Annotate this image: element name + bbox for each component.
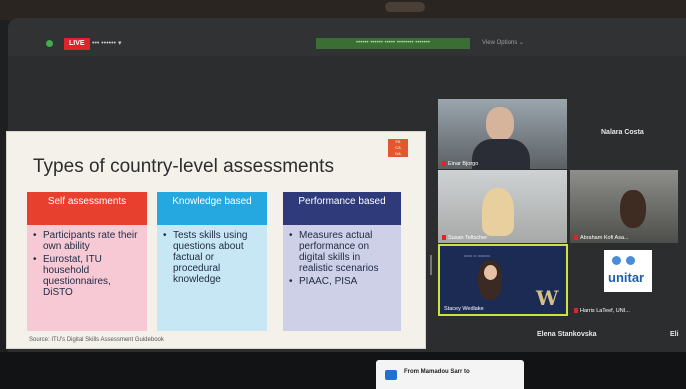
participant-video (486, 107, 514, 141)
participant-name-text: Harris LaTeef, UNI... (580, 308, 630, 314)
slide-logo: FA CA DA (388, 139, 408, 157)
participant-face (484, 265, 497, 280)
bottom-tile-strip (0, 352, 686, 389)
unitar-globe-icon (626, 256, 635, 265)
slide-source: Source: ITU's Digital Skills Assessment … (29, 337, 164, 343)
column-self-assessments: Self assessments Participants rate their… (27, 192, 147, 331)
unitar-logo-text: unitar (608, 270, 645, 285)
shared-slide: FA CA DA Types of country-level assessme… (6, 131, 426, 349)
column-heading: Self assessments (27, 192, 147, 225)
video-tile-abraham[interactable]: Abraham Kofi Asa... (570, 170, 678, 243)
column-performance-based: Performance based Measures actual perfor… (283, 192, 401, 331)
bullet-item: Measures actual performance on digital s… (289, 230, 395, 274)
bullet-item: Participants rate their own ability (33, 230, 141, 252)
uw-logo: W (536, 286, 559, 310)
chat-notification-text: From Mamadou Sarr to (404, 369, 470, 375)
meeting-label[interactable]: ••• •••••• ▾ (92, 39, 121, 47)
participant-name-eli[interactable]: Eli (670, 331, 679, 338)
participant-name: Einar Bjorgo (442, 161, 478, 167)
view-options-button[interactable]: View Options ⌄ (482, 39, 524, 46)
participant-name: Stacey Wedlake (444, 306, 484, 312)
chat-notification[interactable]: From Mamadou Sarr to (376, 360, 524, 389)
bullet-item: Tests skills using questions about factu… (163, 230, 261, 285)
column-knowledge-based: Knowledge based Tests skills using quest… (157, 192, 267, 331)
video-tile-susan[interactable]: Susan Teltscher (438, 170, 567, 243)
video-tile-nalara[interactable]: Nalara Costa (576, 99, 678, 169)
panel-resize-handle[interactable] (430, 255, 432, 275)
chat-icon (385, 370, 397, 380)
column-heading: Knowledge based (157, 192, 267, 225)
device-bezel (0, 0, 686, 20)
column-heading: Performance based (283, 192, 401, 225)
bullet-item: PIAAC, PISA (289, 276, 395, 287)
participant-name: Harris LaTeef, UNI... (574, 308, 630, 314)
virtual-background-text: •••••• •• ••••••••• (464, 253, 491, 258)
participant-video (620, 190, 646, 228)
participant-name-text: Susan Teltscher (448, 235, 488, 241)
mic-muted-icon (442, 161, 446, 167)
live-badge[interactable]: LIVE (64, 38, 90, 50)
bullet-item: Eurostat, ITU household questionnaires, … (33, 254, 141, 298)
participant-name-text: Einar Bjorgo (448, 161, 479, 167)
column-body: Participants rate their own ability Euro… (27, 225, 147, 331)
mic-muted-icon (574, 235, 578, 241)
participant-name: Abraham Kofi Asa... (574, 235, 629, 241)
mic-muted-icon (442, 235, 446, 241)
shield-icon[interactable] (46, 40, 53, 47)
participant-name-text: Abraham Kofi Asa... (580, 235, 629, 241)
unitar-logo: unitar (604, 250, 652, 292)
participant-name-text: Stacey Wedlake (444, 306, 484, 312)
mic-muted-icon (574, 308, 578, 314)
participant-video-body (472, 139, 530, 169)
column-body: Measures actual performance on digital s… (283, 225, 401, 331)
meeting-topbar: LIVE ••• •••••• ▾ •••••• •••••• ••••• ••… (8, 18, 686, 56)
slide-logo-line: DA (395, 151, 401, 156)
participant-name-elena[interactable]: Elena Stankovska (537, 331, 597, 338)
column-body: Tests skills using questions about factu… (157, 225, 267, 331)
speaking-banner: •••••• •••••• ••••• •••••••• ••••••• (316, 38, 470, 49)
video-tile-einar[interactable]: Einar Bjorgo (438, 99, 567, 169)
participant-video (482, 188, 514, 236)
video-tile-stacey[interactable]: •••••• •• ••••••••• W Stacey Wedlake (438, 244, 568, 316)
slide-title: Types of country-level assessments (33, 156, 334, 177)
participant-name: Nalara Costa (601, 129, 644, 136)
un-globe-icon (612, 256, 621, 265)
participant-name: Susan Teltscher (442, 235, 487, 241)
video-tile-harris[interactable]: unitar Harris LaTeef, UNI... (570, 244, 678, 316)
